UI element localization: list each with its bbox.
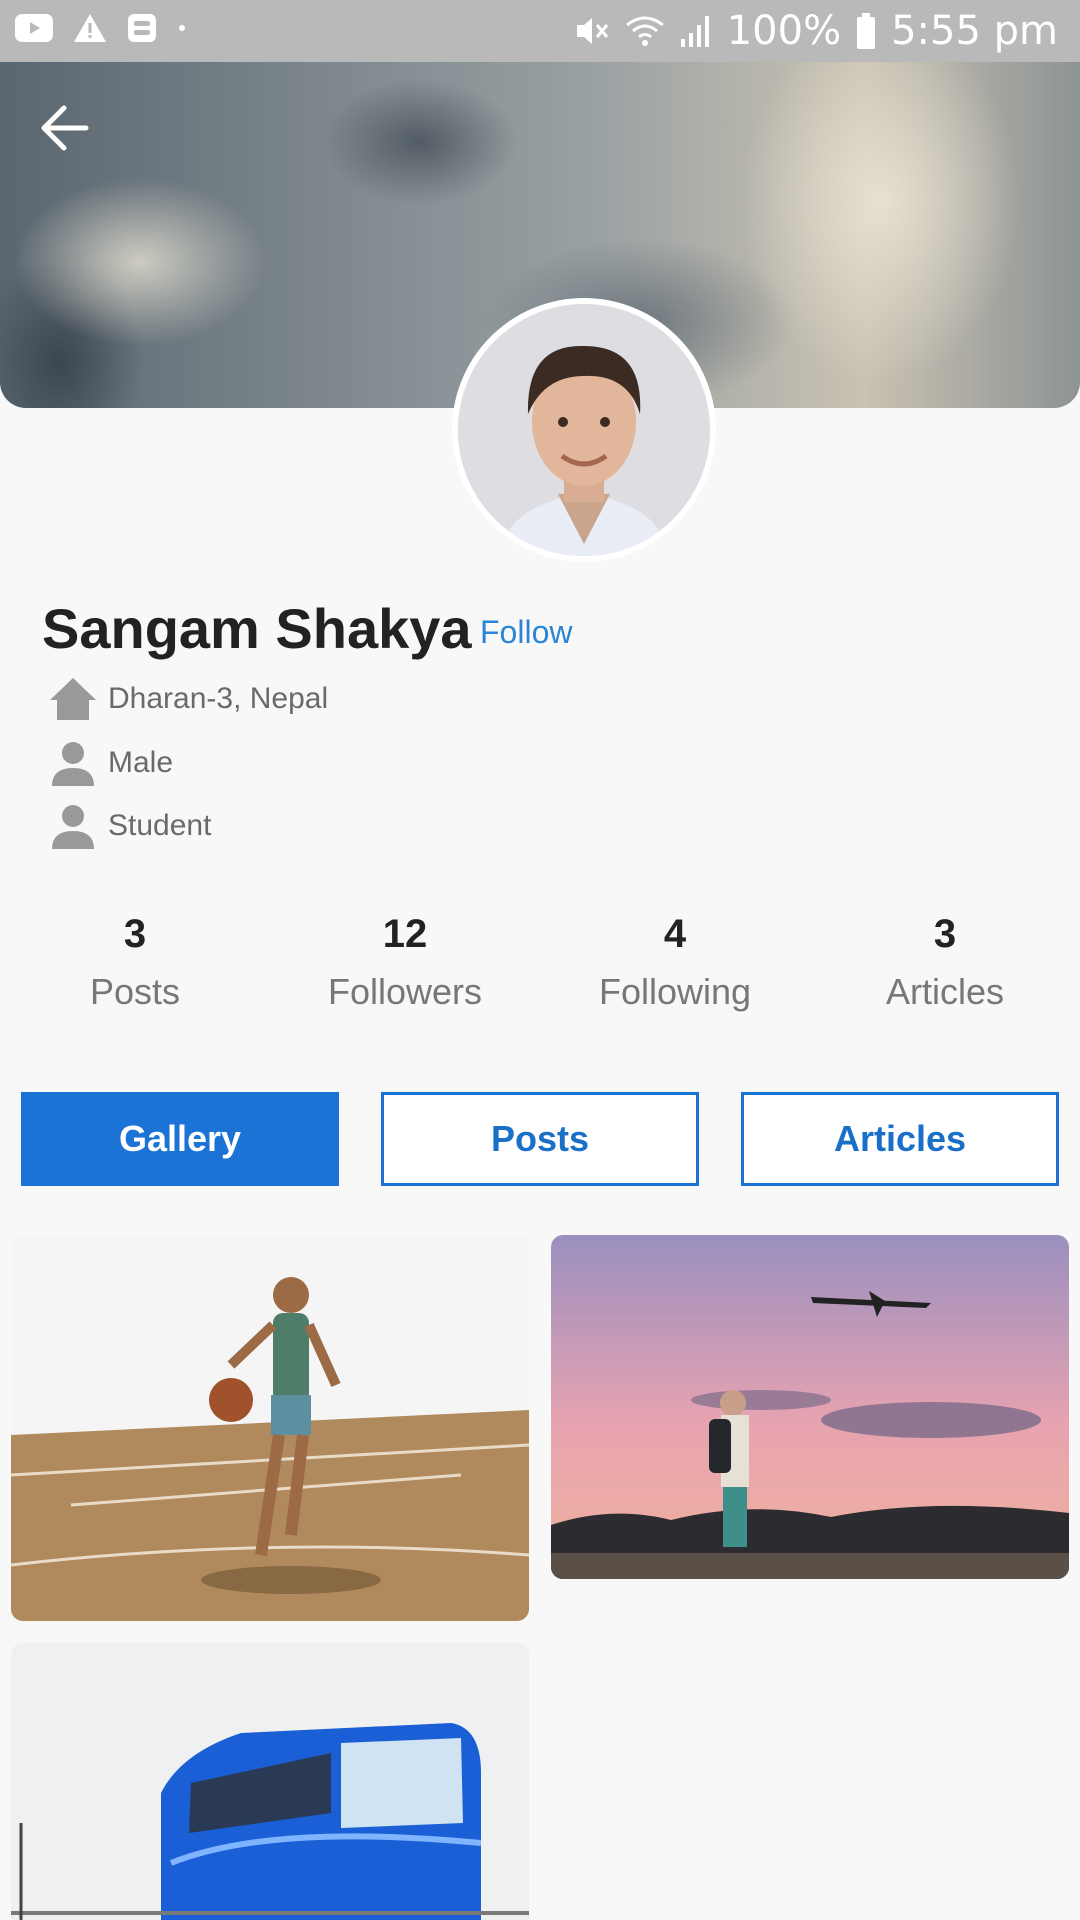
stat-count: 3 bbox=[933, 912, 957, 956]
profile-name: Sangam Shakya bbox=[42, 597, 472, 660]
status-right: 100% 5:55 pm bbox=[573, 8, 1058, 54]
tab-gallery[interactable]: Gallery bbox=[21, 1092, 339, 1186]
person-icon bbox=[52, 805, 94, 849]
stat-label: Posts bbox=[89, 971, 181, 1012]
mute-icon bbox=[576, 18, 608, 44]
home-icon bbox=[50, 678, 96, 720]
gallery-item-basketball[interactable] bbox=[11, 1235, 529, 1621]
tab-articles[interactable]: Articles bbox=[741, 1092, 1059, 1186]
stat-articles[interactable]: 3 Articles bbox=[810, 912, 1080, 1013]
stat-label: Articles bbox=[885, 971, 1005, 1012]
tab-posts[interactable]: Posts bbox=[381, 1092, 699, 1186]
stat-count: 4 bbox=[663, 912, 687, 956]
occupation-text: Student bbox=[108, 809, 212, 842]
warning-icon bbox=[74, 14, 106, 42]
back-arrow-icon[interactable] bbox=[36, 100, 92, 156]
signal-icon bbox=[680, 16, 709, 47]
location-text: Dharan-3, Nepal bbox=[108, 682, 329, 715]
dot-icon bbox=[179, 25, 185, 31]
bus-image bbox=[11, 1643, 529, 1920]
info-row-occupation: Student bbox=[48, 803, 211, 849]
youtube-icon bbox=[15, 14, 53, 42]
person-icon bbox=[52, 742, 94, 786]
battery-percent: 100% bbox=[726, 8, 842, 54]
avatar[interactable] bbox=[452, 298, 716, 562]
stat-label: Following bbox=[598, 971, 752, 1012]
gallery-item-bus[interactable] bbox=[11, 1643, 529, 1920]
stat-followers[interactable]: 12 Followers bbox=[270, 912, 540, 1013]
status-bar: 100% 5:55 pm bbox=[0, 0, 1080, 62]
status-left-icons bbox=[14, 12, 188, 44]
battery-icon bbox=[857, 13, 876, 49]
gender-text: Male bbox=[108, 746, 174, 779]
info-row-location: Dharan-3, Nepal bbox=[48, 676, 328, 722]
stat-count: 3 bbox=[123, 912, 147, 956]
sim-icon bbox=[128, 14, 156, 42]
basketball-image bbox=[11, 1235, 529, 1621]
wifi-icon bbox=[625, 16, 664, 46]
avatar-photo bbox=[458, 304, 710, 556]
follow-button[interactable]: Follow bbox=[480, 614, 572, 651]
stat-label: Followers bbox=[327, 971, 483, 1012]
traveler-image bbox=[551, 1235, 1069, 1579]
stat-following[interactable]: 4 Following bbox=[540, 912, 810, 1013]
stat-count: 12 bbox=[382, 912, 428, 956]
clock: 5:55 pm bbox=[891, 8, 1058, 54]
stat-posts[interactable]: 3 Posts bbox=[0, 912, 270, 1013]
gallery-item-traveler[interactable] bbox=[551, 1235, 1069, 1579]
info-row-gender: Male bbox=[48, 740, 173, 786]
